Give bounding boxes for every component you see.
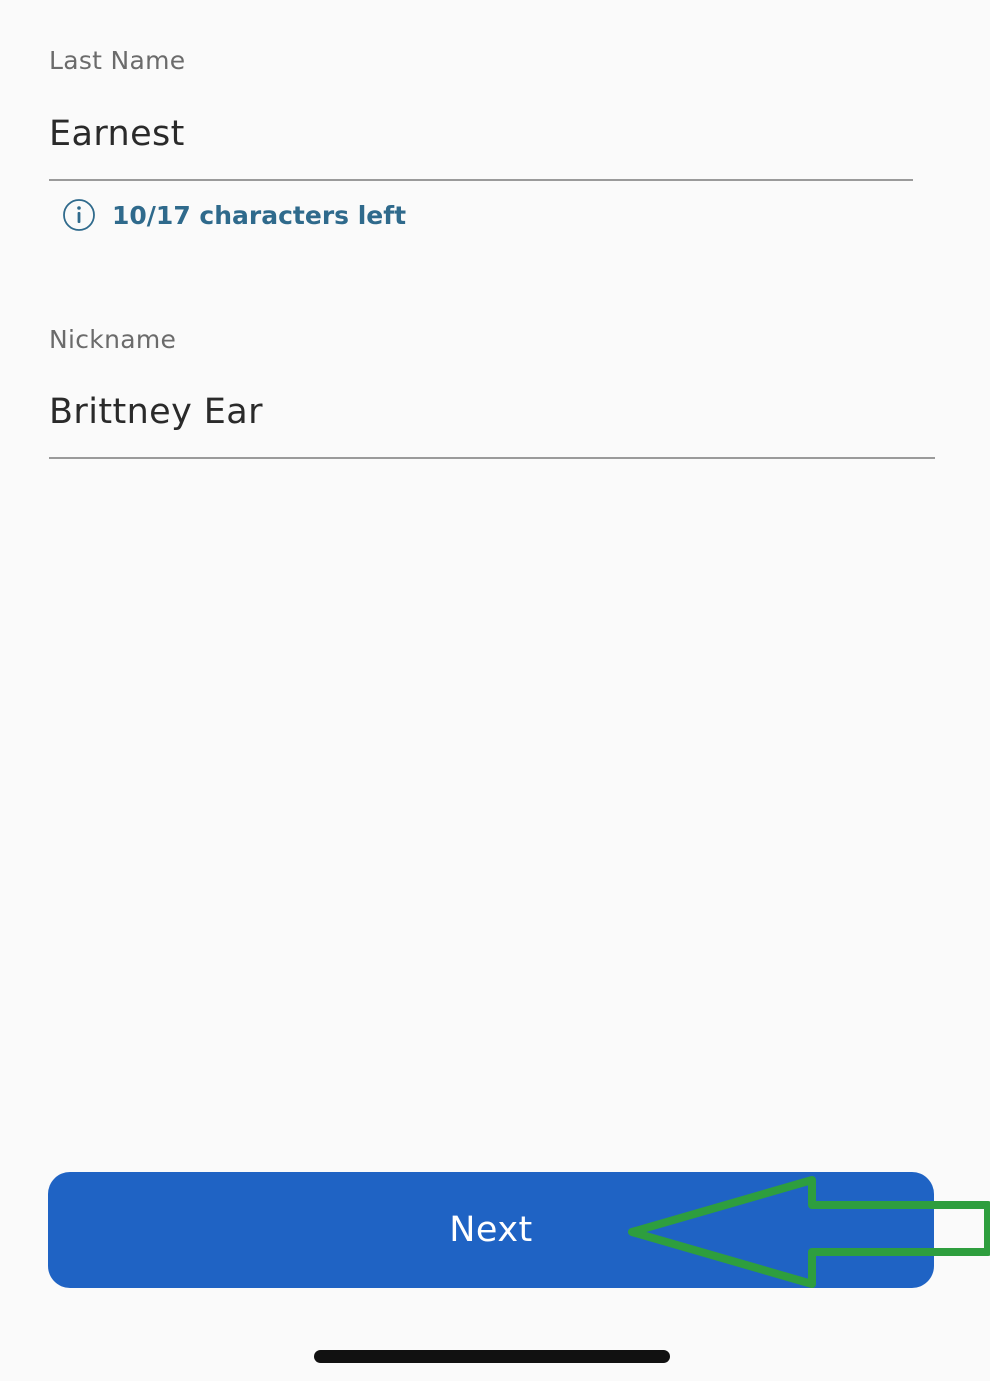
nickname-input[interactable]	[49, 389, 929, 435]
character-count-text: 10/17 characters left	[112, 200, 407, 230]
next-button-label: Next	[449, 1210, 533, 1250]
home-indicator	[314, 1350, 670, 1363]
last-name-label: Last Name	[49, 46, 186, 75]
info-icon	[63, 199, 95, 231]
nickname-underline	[49, 457, 935, 459]
last-name-input[interactable]	[49, 111, 909, 157]
last-name-underline	[49, 179, 913, 181]
edit-name-screen: Last Name 10/17 characters left Nickname…	[0, 0, 990, 1381]
nickname-label: Nickname	[49, 325, 177, 354]
character-count-hint: 10/17 characters left	[62, 198, 406, 232]
next-button[interactable]: Next	[48, 1172, 934, 1288]
